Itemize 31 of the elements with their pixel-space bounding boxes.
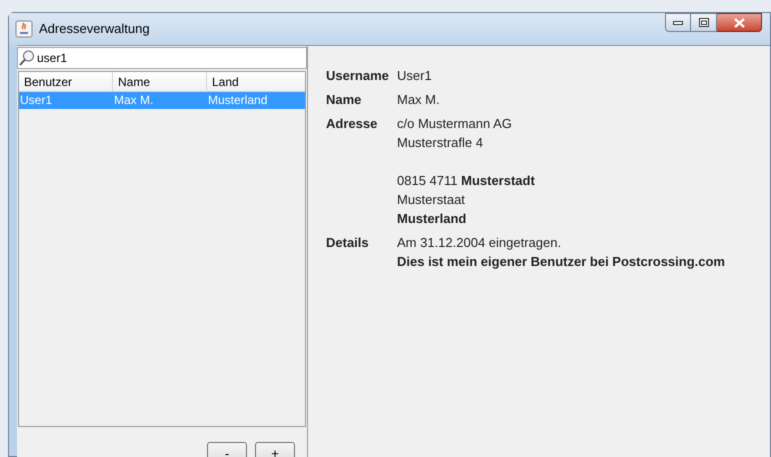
field-label: Username — [326, 67, 390, 85]
close-button[interactable] — [717, 13, 762, 32]
field-value: User1 — [397, 67, 432, 85]
field-label: Details — [326, 234, 370, 252]
field-value: Am 31.12.2004 eingetragen. — [397, 234, 562, 252]
maximize-button[interactable] — [691, 13, 717, 32]
column-header[interactable]: Land — [207, 72, 301, 91]
field-value: Musterland — [397, 210, 468, 228]
column-header[interactable]: Benutzer — [19, 72, 113, 91]
remove-button[interactable]: - — [207, 442, 247, 457]
field-value: Dies ist mein eigener Benutzer bei Postcrossing.com — [397, 253, 725, 271]
minimize-icon — [673, 20, 683, 24]
table-cell-text: Max M. — [113, 92, 154, 109]
field-value: Musterstaat — [397, 191, 466, 209]
field-label: Name — [326, 91, 362, 109]
maximize-icon — [698, 18, 708, 27]
search-field[interactable]: user1 — [17, 47, 307, 69]
table-cell-text: Musterland — [207, 92, 268, 109]
minimize-button[interactable] — [665, 13, 691, 32]
field-value: Musterstrafle 4 — [397, 134, 484, 152]
table-cell-text: User1 — [19, 92, 54, 109]
field-value: Max M. — [397, 91, 440, 109]
column-header[interactable]: Name — [113, 72, 207, 91]
field-label: Adresse — [326, 115, 378, 133]
field-value: 0815 4711 Musterstadt — [397, 172, 535, 190]
window-title: Adresseverwaltung — [39, 20, 150, 38]
search-icon — [18, 49, 36, 67]
search-input[interactable]: user1 — [37, 49, 306, 67]
close-icon — [734, 18, 744, 28]
field-value: c/o Mustermann AG — [397, 115, 513, 133]
add-button[interactable]: + — [255, 442, 295, 457]
